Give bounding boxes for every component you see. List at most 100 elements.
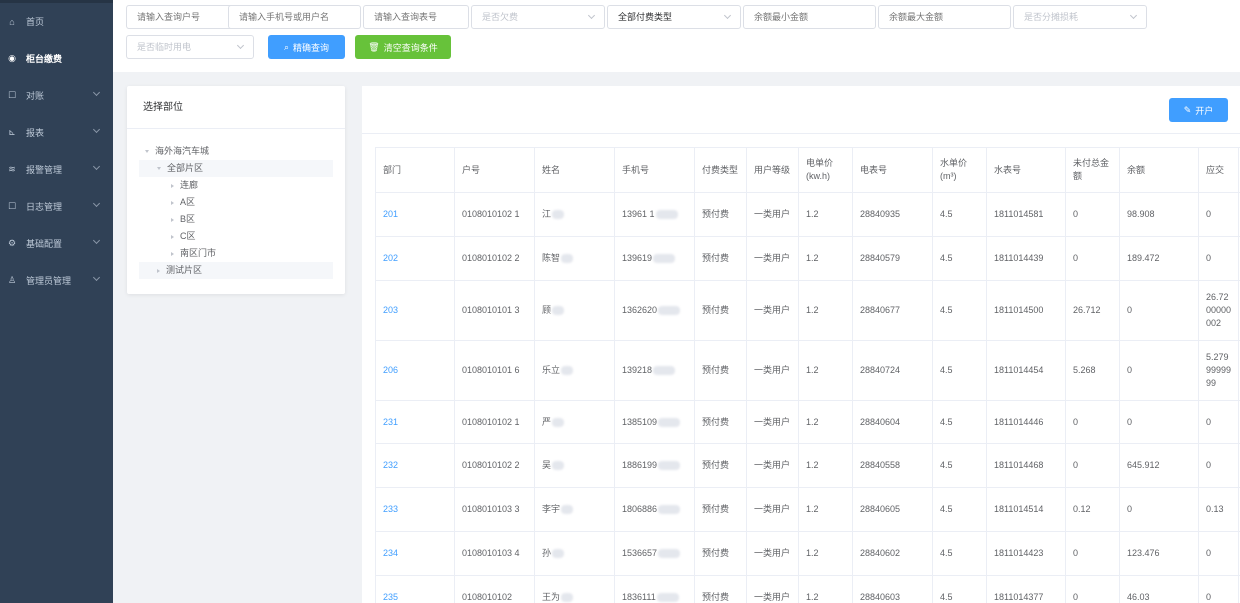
column-header-level[interactable]: 用户等级 xyxy=(747,148,799,192)
table-row[interactable]: 233 0108010103 3 李宇 1806886 预付费 一类用户 1.2 288406… xyxy=(376,488,1240,532)
account-no-input[interactable] xyxy=(126,5,238,29)
sidebar-item[interactable]: ⚙ 基础配置 xyxy=(0,225,113,262)
arrears-select[interactable]: 是否欠费 xyxy=(471,5,605,29)
tree-node-label: 连廊 xyxy=(180,180,199,190)
min-balance-input[interactable] xyxy=(743,5,876,29)
cell-dept[interactable]: 231 xyxy=(376,401,455,443)
tree-node-child[interactable]: C区 xyxy=(127,228,345,245)
cell-level: 一类用户 xyxy=(747,281,799,340)
cell-text: 28840602 xyxy=(860,548,901,558)
open-account-button[interactable]: ✎ 开户 xyxy=(1169,98,1228,122)
caret-down-icon xyxy=(157,167,161,171)
cell-text: 28840677 xyxy=(860,305,901,315)
filter-bar: 是否欠费 全部付费类型 是否分摊损耗 是否临时用电 ⌕ 精确查询 🗑 清空查询条… xyxy=(113,0,1240,72)
cell-balance: 46.03 xyxy=(1120,576,1199,603)
table-row[interactable]: 234 0108010103 4 孙 1536657 预付费 一类用户 1.2 2884060… xyxy=(376,532,1240,576)
cell-text: 0 xyxy=(1206,548,1212,558)
location-tree: 海外海汽车城 全部片区 连廊 A区 B区 C区 南区门市 测试片区 xyxy=(127,129,345,279)
cell-water-price: 4.5 xyxy=(933,488,987,531)
cell-water-price: 4.5 xyxy=(933,444,987,487)
exact-search-button[interactable]: ⌕ 精确查询 xyxy=(268,35,345,59)
table-row[interactable]: 203 0108010101 3 顾 1362620 预付费 一类用户 1.2 2884067… xyxy=(376,281,1240,341)
tree-node-all-zones[interactable]: 全部片区 xyxy=(139,160,333,177)
sidebar-item[interactable]: ⊾ 报表 xyxy=(0,114,113,151)
cell-text: 一类用户 xyxy=(754,460,791,470)
cell-text: 1.2 xyxy=(806,504,819,514)
tree-node-label: B区 xyxy=(180,214,196,224)
table-row[interactable]: 206 0108010101 6 乐立 139218 预付费 一类用户 1.2 2884072… xyxy=(376,341,1240,401)
cell-dept[interactable]: 203 xyxy=(376,281,455,340)
cell-text: 0108010102 xyxy=(462,592,513,602)
share-loss-select[interactable]: 是否分摊损耗 xyxy=(1013,5,1147,29)
column-header-water-meter[interactable]: 水表号 xyxy=(987,148,1066,192)
column-header-phone[interactable]: 手机号 xyxy=(615,148,695,192)
cell-text: 139218 xyxy=(622,365,653,375)
open-account-label: 开户 xyxy=(1195,105,1214,116)
cell-unpaid: 0 xyxy=(1066,237,1120,280)
column-header-balance[interactable]: 余额 xyxy=(1120,148,1199,192)
sidebar-item[interactable]: ☐ 对账 xyxy=(0,77,113,114)
sidebar-item[interactable]: ⌂ 首页 xyxy=(0,3,113,40)
cell-water-meter: 1811014377 xyxy=(987,576,1066,603)
cell-text: 预付费 xyxy=(702,592,730,602)
search-icon: ⌕ xyxy=(283,41,290,52)
column-header-due[interactable]: 应交 xyxy=(1199,148,1239,192)
table-row[interactable]: 232 0108010102 2 吴 1886199 预付费 一类用户 1.2 2884055… xyxy=(376,444,1240,488)
cell-dept[interactable]: 201 xyxy=(376,193,455,236)
redaction-mask xyxy=(552,417,565,427)
sidebar-item[interactable]: ☐ 日志管理 xyxy=(0,188,113,225)
temp-power-select[interactable]: 是否临时用电 xyxy=(126,35,254,59)
cell-balance: 0 xyxy=(1120,488,1199,531)
table-row[interactable]: 201 0108010102 1 江 13961 1 预付费 一类用户 1.2 2884093… xyxy=(376,193,1240,237)
tree-node-child[interactable]: B区 xyxy=(127,211,345,228)
cell-pay-type: 预付费 xyxy=(695,281,747,340)
cell-text: 0108010102 1 xyxy=(462,416,520,427)
meter-no-input[interactable] xyxy=(363,5,469,29)
cell-dept[interactable]: 234 xyxy=(376,532,455,575)
cell-text: 1811014454 xyxy=(994,365,1044,375)
sidebar-item[interactable]: ♙ 管理员管理 xyxy=(0,262,113,299)
cell-text: 123.476 xyxy=(1127,548,1160,558)
cell-elec-price: 1.2 xyxy=(799,193,853,236)
cell-dept[interactable]: 233 xyxy=(376,488,455,531)
phone-or-name-input[interactable] xyxy=(228,5,361,29)
cell-water-price: 4.5 xyxy=(933,576,987,603)
table-row[interactable]: 231 0108010102 1 严 1385109 预付费 一类用户 1.2 2884060… xyxy=(376,401,1240,444)
table-row[interactable]: 235 0108010102 王为 1836111 预付费 一类用户 1.2 28840603… xyxy=(376,576,1240,603)
cell-dept[interactable]: 232 xyxy=(376,444,455,487)
cell-text: 0 xyxy=(1127,504,1133,514)
sidebar-item-label: 对账 xyxy=(26,91,45,101)
cell-elec-meter: 28840604 xyxy=(853,401,933,443)
column-header-pay-type[interactable]: 付费类型 xyxy=(695,148,747,192)
column-header-water-price[interactable]: 水单价(m³) xyxy=(933,148,987,192)
cell-water-meter: 1811014454 xyxy=(987,341,1066,400)
tree-node-child[interactable]: 连廊 xyxy=(127,177,345,194)
cell-text: 28840605 xyxy=(860,504,901,514)
cell-dept[interactable]: 206 xyxy=(376,341,455,400)
cell-dept[interactable]: 202 xyxy=(376,237,455,280)
clear-filters-button[interactable]: 🗑 清空查询条件 xyxy=(355,35,451,59)
tree-node-root[interactable]: 海外海汽车城 xyxy=(127,143,345,160)
column-header-elec-price[interactable]: 电单价(kw.h) xyxy=(799,148,853,192)
max-balance-input[interactable] xyxy=(878,5,1011,29)
tree-node-child[interactable]: 南区门市 xyxy=(127,245,345,262)
table-row[interactable]: 202 0108010102 2 陈智 139619 预付费 一类用户 1.2 2884057… xyxy=(376,237,1240,281)
column-header-elec-meter[interactable]: 电表号 xyxy=(853,148,933,192)
cell-name: 孙 xyxy=(535,532,615,575)
tree-node-child[interactable]: A区 xyxy=(127,194,345,211)
column-header-unpaid[interactable]: 未付总金额 xyxy=(1066,148,1120,192)
cell-text: 233 xyxy=(383,504,399,514)
cell-elec-meter: 28840935 xyxy=(853,193,933,236)
cell-dept[interactable]: 235 xyxy=(376,576,455,603)
cell-due: 5.279 99999 99 xyxy=(1199,341,1239,400)
cell-text: 28840603 xyxy=(860,592,901,602)
cell-text: 645.912 xyxy=(1127,460,1160,470)
sidebar-item[interactable]: ◉ 柜台缴费 xyxy=(0,40,113,77)
pay-type-select[interactable]: 全部付费类型 xyxy=(607,5,741,29)
column-header-dept[interactable]: 部门 xyxy=(376,148,455,192)
column-header-account[interactable]: 户号 xyxy=(455,148,535,192)
column-header-name[interactable]: 姓名 xyxy=(535,148,615,192)
sidebar-item[interactable]: ≋ 报警管理 xyxy=(0,151,113,188)
cell-text: 0 xyxy=(1127,305,1133,315)
tree-node-test-zone[interactable]: 测试片区 xyxy=(139,262,333,279)
